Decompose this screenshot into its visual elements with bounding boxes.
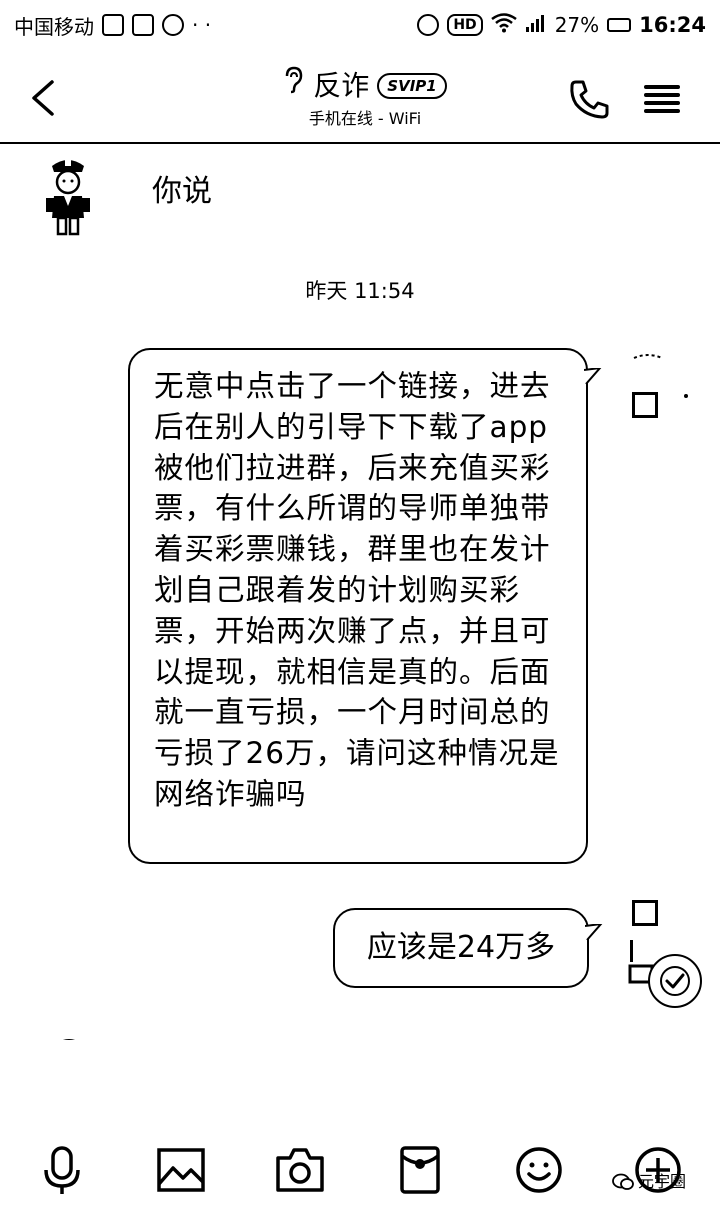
battery-percent: 27% <box>554 13 600 37</box>
input-toolbar: 元宇圈 <box>0 1130 720 1213</box>
checkmark-icon <box>660 966 690 996</box>
chat-message-list[interactable]: 你说 昨天 11:54 无意中点击了一个链接，进去后在别人的引导下下载了app被… <box>0 146 720 1130</box>
emoji-button[interactable] <box>513 1144 565 1196</box>
police-avatar-icon <box>63 1039 75 1040</box>
back-button[interactable] <box>22 74 66 122</box>
clock: 16:24 <box>639 13 706 37</box>
camera-icon <box>276 1148 324 1192</box>
notification-icon <box>102 14 124 36</box>
wechat-logo-icon <box>612 1173 634 1190</box>
red-packet-button[interactable] <box>394 1144 446 1196</box>
microphone-icon <box>44 1146 80 1194</box>
bubble-tail-icon <box>585 924 603 941</box>
image-button[interactable] <box>155 1144 207 1196</box>
sync-icon <box>162 14 184 36</box>
contact-name: 反诈 <box>313 69 370 102</box>
hd-icon: HD <box>447 14 483 36</box>
wifi-icon <box>490 12 517 38</box>
hearing-icon <box>283 66 305 106</box>
camera-button[interactable] <box>274 1144 326 1196</box>
image-icon <box>157 1148 205 1192</box>
contact-title[interactable]: 反诈 SVIP1 手机在线 - WiFi <box>190 66 540 130</box>
emoji-icon <box>516 1147 562 1193</box>
alarm-icon <box>417 14 440 36</box>
outgoing-message-bubble[interactable]: 无意中点击了一个链接，进去后在别人的引导下下载了app被他们拉进群，后来充值买彩… <box>128 348 588 864</box>
contact-title-row: 反诈 SVIP1 <box>190 66 540 106</box>
voice-input-button[interactable] <box>36 1144 88 1196</box>
more-notifications-icon: · · <box>192 13 212 37</box>
contact-avatar-partial <box>52 1030 86 1040</box>
svip-badge: SVIP1 <box>377 73 447 99</box>
police-avatar-icon <box>46 160 90 236</box>
contact-avatar[interactable] <box>40 154 96 238</box>
signal-icon <box>525 13 547 38</box>
watermark-text: 元宇圈 <box>638 1172 687 1191</box>
watermark: 元宇圈 <box>612 1172 686 1192</box>
status-right: HD 27% 16:24 <box>417 12 706 38</box>
voice-call-button[interactable] <box>566 76 612 122</box>
message-timestamp: 昨天 11:54 <box>305 279 415 303</box>
status-bar: 中国移动 · · HD 27% 16:24 <box>0 0 720 50</box>
incoming-message[interactable]: 你说 <box>152 172 212 212</box>
chat-header: 反诈 SVIP1 手机在线 - WiFi <box>0 52 720 144</box>
battery-icon <box>607 18 632 32</box>
chevron-left-icon <box>32 80 54 116</box>
red-packet-icon <box>400 1146 440 1194</box>
online-status: 手机在线 - WiFi <box>308 109 422 128</box>
outgoing-message-bubble[interactable]: 应该是24万多 <box>333 908 589 988</box>
status-left: 中国移动 · · <box>14 11 211 40</box>
select-message-checkbox[interactable] <box>632 392 658 418</box>
chat-menu-button[interactable] <box>640 80 684 120</box>
app-notification-icon <box>132 14 154 36</box>
bubble-tail-icon <box>584 368 602 385</box>
phone-icon <box>570 80 609 119</box>
carrier-label: 中国移动 <box>14 14 94 39</box>
menu-icon <box>644 85 680 113</box>
read-receipt-badge[interactable] <box>648 954 702 1008</box>
